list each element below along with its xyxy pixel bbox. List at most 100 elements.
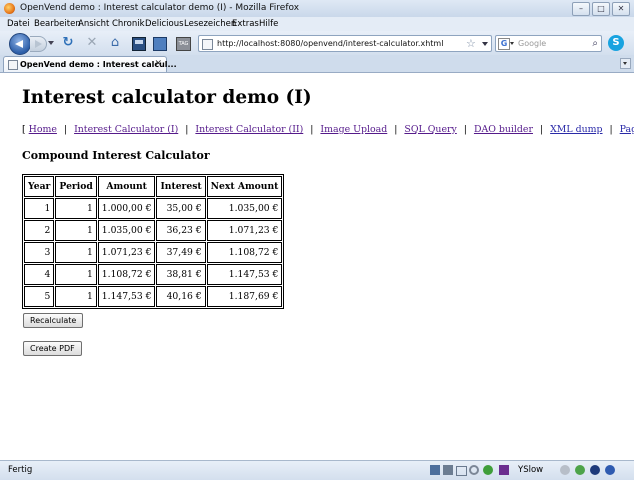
create-pdf-button[interactable]: Create PDF <box>23 341 82 356</box>
maximize-button[interactable]: □ <box>592 2 610 16</box>
search-icon[interactable]: ⌕ <box>592 36 598 51</box>
table-row: 3 1 1.071,23 € 37,49 € 1.108,72 € <box>24 242 283 263</box>
cell-period: 1 <box>55 242 97 263</box>
screenshot-icon[interactable] <box>132 37 146 51</box>
table-row: 1 1 1.000,00 € 35,00 € 1.035,00 € <box>24 198 283 219</box>
javascript-icon[interactable] <box>605 465 615 475</box>
tab-label: OpenVend demo : Interest calcul... <box>20 60 177 69</box>
mail-icon[interactable] <box>456 466 467 476</box>
tag-icon[interactable]: TAG <box>176 37 191 51</box>
link-interest-calculator-2[interactable]: Interest Calculator (II) <box>195 124 303 135</box>
cell-amount: 1.071,23 € <box>97 242 156 263</box>
navigation-toolbar: ↻ ✕ ⌂ TAG http://localhost:8080/openvend… <box>0 31 634 55</box>
search-input[interactable]: Google <box>518 36 546 51</box>
menu-chronik[interactable]: Chronik <box>112 17 145 31</box>
search-engine-dropdown-icon[interactable] <box>510 42 514 45</box>
link-dao-builder[interactable]: DAO builder <box>474 124 533 135</box>
link-home[interactable]: Home <box>29 124 57 135</box>
menu-ansicht[interactable]: Ansicht <box>78 17 109 31</box>
page-icon <box>8 60 18 70</box>
separator: | <box>609 124 613 135</box>
cell-amount: 1.147,53 € <box>97 286 156 307</box>
google-icon[interactable]: G <box>498 38 510 50</box>
recalculate-button[interactable]: Recalculate <box>23 313 84 328</box>
cell-year: 1 <box>24 198 55 219</box>
separator: | <box>539 124 544 135</box>
url-dropdown-icon[interactable] <box>482 42 488 46</box>
cell-next-amount: 1.187,69 € <box>206 286 283 307</box>
section-title: Compound Interest Calculator <box>22 149 210 162</box>
header-interest: Interest <box>156 176 206 197</box>
menu-hilfe[interactable]: Hilfe <box>259 17 278 31</box>
addon-green-icon[interactable] <box>483 465 493 475</box>
cell-period: 1 <box>55 264 97 285</box>
window-title: OpenVend demo : Interest calculator demo… <box>20 3 300 13</box>
cell-interest: 40,16 € <box>156 286 206 307</box>
tab-list-dropdown-icon[interactable] <box>620 58 631 69</box>
home-icon[interactable]: ⌂ <box>107 36 123 50</box>
java-icon[interactable] <box>590 465 600 475</box>
interest-table: Year Period Amount Interest Next Amount … <box>22 174 285 309</box>
header-next-amount: Next Amount <box>206 176 283 197</box>
browser-window: OpenVend demo : Interest calculator demo… <box>0 0 634 480</box>
history-dropdown-icon[interactable] <box>48 41 54 45</box>
menu-lesezeichen[interactable]: Lesezeichen <box>184 17 236 31</box>
separator: | <box>394 124 398 135</box>
back-button[interactable] <box>9 33 31 55</box>
cell-amount: 1.035,00 € <box>97 220 156 241</box>
link-xml-dump[interactable]: XML dump <box>550 124 602 135</box>
validator-ok-icon[interactable] <box>575 465 585 475</box>
menu-bar: Datei Bearbeiten Ansicht Chronik Delicio… <box>0 17 634 31</box>
firebug-off-icon[interactable] <box>560 465 570 475</box>
page-content: Interest calculator demo (I) [ Home | In… <box>0 73 634 460</box>
header-amount: Amount <box>97 176 156 197</box>
header-year: Year <box>24 176 55 197</box>
tab-interest-calculator[interactable]: OpenVend demo : Interest calcul... ✕ <box>3 56 177 72</box>
close-button[interactable]: ✕ <box>612 2 630 16</box>
status-text: Fertig <box>8 465 33 475</box>
cell-period: 1 <box>55 198 97 219</box>
page-icon <box>202 39 213 50</box>
grid-icon[interactable] <box>430 465 440 475</box>
cell-interest: 38,81 € <box>156 264 206 285</box>
menu-bearbeiten[interactable]: Bearbeiten <box>34 17 81 31</box>
link-interest-calculator-1[interactable]: Interest Calculator (I) <box>74 124 178 135</box>
link-page-dump[interactable]: Page dump <box>620 124 634 135</box>
nav-links: [ Home | Interest Calculator (I) | Inter… <box>22 124 634 135</box>
refresh-status-icon[interactable] <box>469 465 479 475</box>
cell-amount: 1.108,72 € <box>97 264 156 285</box>
cell-year: 2 <box>24 220 55 241</box>
forward-button[interactable] <box>30 36 47 52</box>
link-image-upload[interactable]: Image Upload <box>320 124 387 135</box>
cell-interest: 36,23 € <box>156 220 206 241</box>
title-bar: OpenVend demo : Interest calculator demo… <box>0 0 634 17</box>
cell-amount: 1.000,00 € <box>97 198 156 219</box>
bookmark-star-icon[interactable]: ☆ <box>466 36 476 51</box>
table-header-row: Year Period Amount Interest Next Amount <box>24 176 283 197</box>
search-bar[interactable]: G Google ⌕ <box>495 35 602 52</box>
url-bar[interactable]: http://localhost:8080/openvend/interest-… <box>198 35 492 52</box>
reload-icon[interactable]: ↻ <box>60 36 76 50</box>
page-title: Interest calculator demo (I) <box>22 87 312 108</box>
table-row: 2 1 1.035,00 € 36,23 € 1.071,23 € <box>24 220 283 241</box>
status-bar: Fertig YSlow <box>0 460 634 480</box>
table-row: 5 1 1.147,53 € 40,16 € 1.187,69 € <box>24 286 283 307</box>
yslow-label[interactable]: YSlow <box>518 461 543 479</box>
skype-icon[interactable]: S <box>608 35 624 51</box>
cell-year: 3 <box>24 242 55 263</box>
yslow-icon[interactable] <box>499 465 509 475</box>
cell-interest: 37,49 € <box>156 242 206 263</box>
stop-icon[interactable]: ✕ <box>84 36 100 50</box>
cell-year: 5 <box>24 286 55 307</box>
link-sql-query[interactable]: SQL Query <box>404 124 456 135</box>
menu-extras[interactable]: Extras <box>232 17 259 31</box>
tab-close-icon[interactable]: ✕ <box>154 57 162 72</box>
cell-next-amount: 1.147,53 € <box>206 264 283 285</box>
cell-next-amount: 1.035,00 € <box>206 198 283 219</box>
url-input[interactable]: http://localhost:8080/openvend/interest-… <box>217 36 443 51</box>
menu-delicious[interactable]: Delicious <box>145 17 184 31</box>
sidebar-icon[interactable] <box>153 37 167 51</box>
network-icon[interactable] <box>443 465 453 475</box>
minimize-button[interactable]: – <box>572 2 590 16</box>
menu-datei[interactable]: Datei <box>7 17 30 31</box>
